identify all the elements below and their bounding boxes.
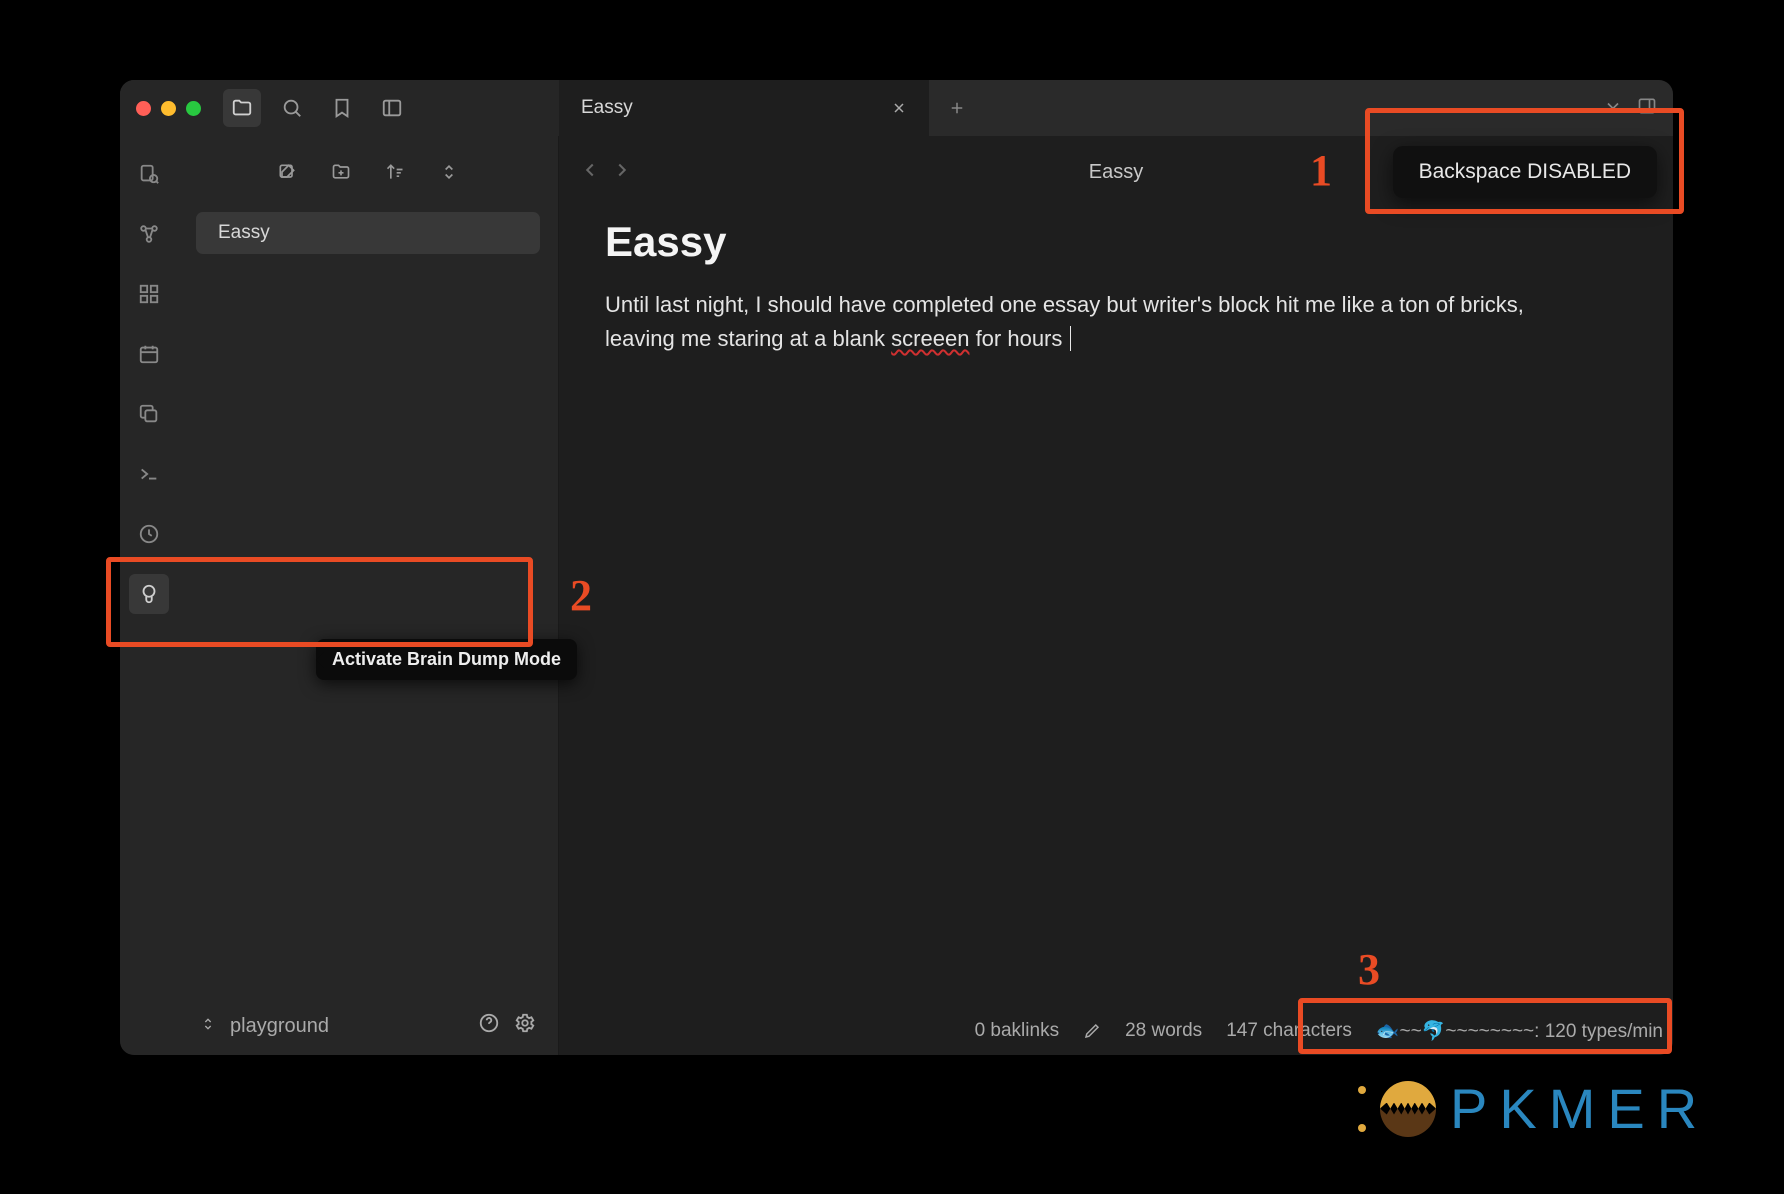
brain-dump-tooltip: Activate Brain Dump Mode <box>316 639 577 680</box>
content: Eassy Backspace DISABLED Eassy Until las… <box>559 136 1673 1055</box>
sidebar-footer: playground <box>178 997 558 1055</box>
misspelled-word: screeen <box>891 326 969 351</box>
watermark-text: PKMER <box>1450 1076 1709 1141</box>
terminal-icon[interactable] <box>129 454 169 494</box>
titlebar: Eassy <box>120 80 1673 136</box>
brain-dump-icon[interactable] <box>129 574 169 614</box>
word-count[interactable]: 28 words <box>1125 1020 1202 1042</box>
file-name: Eassy <box>218 222 270 243</box>
typing-speed[interactable]: 🐟~~🐬~~~~~~~~: 120 types/min <box>1376 1019 1663 1043</box>
window-controls <box>136 101 201 116</box>
calendar-icon[interactable] <box>129 334 169 374</box>
quick-switcher-icon[interactable] <box>129 154 169 194</box>
new-note-icon[interactable] <box>270 155 304 189</box>
nav-back-icon[interactable] <box>579 159 601 186</box>
search-icon[interactable] <box>273 89 311 127</box>
app-body: Eassy playground Eassy Backspace DISABLE… <box>120 136 1673 1055</box>
backspace-notification: Backspace DISABLED <box>1393 146 1657 198</box>
body-text-post: for hours <box>969 326 1062 351</box>
titlebar-right <box>1603 80 1673 136</box>
window-close-button[interactable] <box>136 101 151 116</box>
window-zoom-button[interactable] <box>186 101 201 116</box>
sidebar: Eassy playground <box>178 136 559 1055</box>
sort-icon[interactable] <box>378 155 412 189</box>
vault-switch-icon[interactable] <box>200 1015 216 1038</box>
nav-forward-icon[interactable] <box>611 159 633 186</box>
editor[interactable]: Eassy Until last night, I should have co… <box>559 208 1673 1007</box>
new-tab-button[interactable] <box>929 80 985 136</box>
sidebar-toolbar <box>178 136 558 208</box>
file-item[interactable]: Eassy <box>196 212 540 254</box>
settings-icon[interactable] <box>514 1012 536 1040</box>
app-window: Eassy <box>120 80 1673 1055</box>
clock-icon[interactable] <box>129 514 169 554</box>
pkmer-watermark: PKMER <box>1358 1076 1709 1141</box>
copy-icon[interactable] <box>129 394 169 434</box>
files-icon[interactable] <box>223 89 261 127</box>
ribbon <box>120 136 178 1055</box>
breadcrumb[interactable]: Eassy <box>1089 161 1143 184</box>
vault-name[interactable]: playground <box>230 1015 329 1038</box>
titlebar-left <box>120 80 559 136</box>
backlinks-count[interactable]: 0 baklinks <box>975 1020 1060 1042</box>
pkmer-logo-icon <box>1380 1081 1436 1137</box>
right-sidebar-toggle-icon[interactable] <box>1637 96 1657 121</box>
tab-active[interactable]: Eassy <box>559 80 929 136</box>
document-body[interactable]: Until last night, I should have complete… <box>605 288 1565 356</box>
content-header: Eassy Backspace DISABLED <box>559 136 1673 208</box>
tab-area: Eassy <box>559 80 1603 136</box>
graph-icon[interactable] <box>129 214 169 254</box>
document-title[interactable]: Eassy <box>605 218 1627 266</box>
bookmark-icon[interactable] <box>323 89 361 127</box>
edit-mode-icon[interactable] <box>1083 1022 1101 1040</box>
window-minimize-button[interactable] <box>161 101 176 116</box>
chevron-down-icon[interactable] <box>1603 96 1623 121</box>
tab-label: Eassy <box>581 97 633 119</box>
grid-icon[interactable] <box>129 274 169 314</box>
statusbar: 0 baklinks 28 words 147 characters 🐟~~🐬~… <box>559 1007 1673 1055</box>
sidebar-toggle-icon[interactable] <box>373 89 411 127</box>
help-icon[interactable] <box>478 1012 500 1040</box>
character-count[interactable]: 147 characters <box>1226 1020 1352 1042</box>
text-caret <box>1063 326 1070 351</box>
new-folder-icon[interactable] <box>324 155 358 189</box>
expand-collapse-icon[interactable] <box>432 155 466 189</box>
tab-close-icon[interactable] <box>891 100 907 116</box>
